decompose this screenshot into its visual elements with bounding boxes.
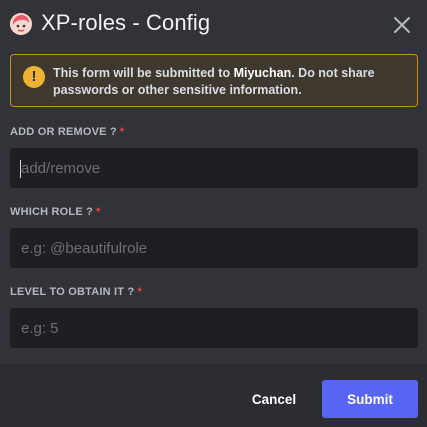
field-label-which-role: WHICH ROLE ? * [10, 206, 101, 218]
field-label-text: ADD OR REMOVE ? [10, 126, 117, 138]
which-role-input[interactable] [10, 228, 418, 268]
field-label-text: WHICH ROLE ? [10, 206, 94, 218]
add-or-remove-input[interactable] [10, 148, 418, 188]
warning-icon: ! [23, 66, 45, 88]
required-mark: * [96, 206, 101, 218]
field-label-level: LEVEL TO OBTAIN IT ? * [10, 286, 142, 298]
required-mark: * [119, 126, 125, 138]
form-modal: XP-roles - Config ! This form will be su… [0, 0, 427, 427]
notice-text-before: This form will be submitted to [53, 66, 234, 80]
warning-notice: ! This form will be submitted to Miyucha… [10, 54, 418, 107]
notice-app-name: Miyuchan [233, 66, 292, 80]
field-label-text: LEVEL TO OBTAIN IT ? [10, 286, 135, 298]
field-label-add-or-remove: ADD OR REMOVE ? * [10, 126, 124, 138]
submit-button[interactable]: Submit [322, 380, 418, 418]
cancel-button[interactable]: Cancel [240, 380, 308, 418]
level-input[interactable] [10, 308, 418, 348]
text-caret [20, 160, 21, 178]
close-icon[interactable] [390, 13, 414, 37]
modal-title: XP-roles - Config [41, 10, 211, 35]
modal-header: XP-roles - Config [0, 0, 427, 48]
notice-text: This form will be submitted to Miyuchan.… [53, 65, 408, 99]
app-avatar-icon [10, 13, 32, 35]
required-mark: * [137, 286, 142, 298]
modal-footer: Cancel Submit [0, 364, 427, 427]
